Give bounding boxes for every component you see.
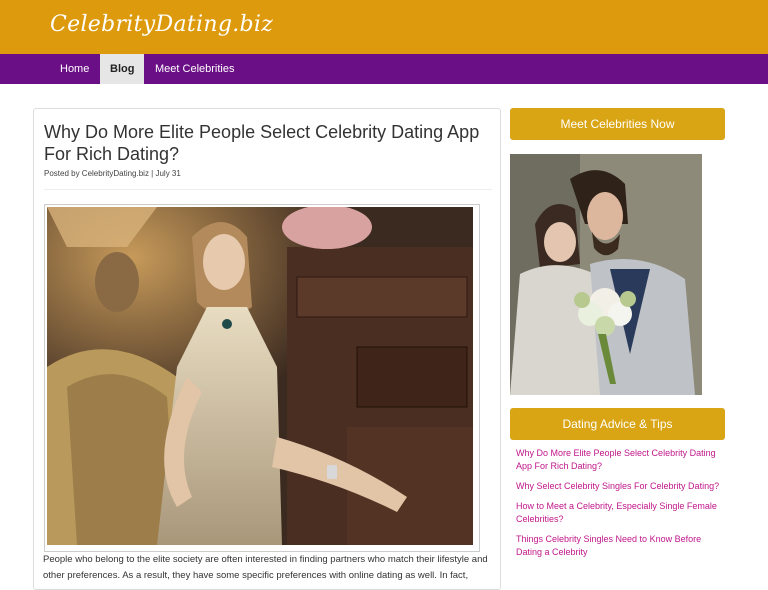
dating-advice-heading: Dating Advice & Tips: [510, 408, 725, 440]
nav-meet-celebrities[interactable]: Meet Celebrities: [145, 54, 244, 84]
site-header: CelebrityDating.biz: [0, 0, 768, 54]
meet-celebrities-now-button[interactable]: Meet Celebrities Now: [510, 108, 725, 140]
couple-image: [510, 154, 702, 395]
nav-blog[interactable]: Blog: [100, 54, 145, 84]
nav-home[interactable]: Home: [50, 54, 99, 84]
site-logo[interactable]: CelebrityDating.biz: [50, 12, 273, 37]
post-title: Why Do More Elite People Select Celebrit…: [44, 122, 480, 164]
advice-link[interactable]: Why Select Celebrity Singles For Celebri…: [516, 480, 721, 493]
woman-portrait-photo: [47, 207, 473, 545]
advice-link[interactable]: How to Meet a Celebrity, Especially Sing…: [516, 500, 721, 526]
post-image: [44, 204, 480, 552]
advice-link-list: Why Do More Elite People Select Celebrit…: [516, 447, 721, 566]
post-body: People who belong to the elite society a…: [43, 554, 488, 581]
advice-link[interactable]: Things Celebrity Singles Need to Know Be…: [516, 533, 721, 559]
main-nav: Home Blog Meet Celebrities: [0, 54, 768, 84]
blog-post: Why Do More Elite People Select Celebrit…: [33, 108, 501, 590]
advice-link[interactable]: Why Do More Elite People Select Celebrit…: [516, 447, 721, 473]
couple-photo: [510, 154, 702, 395]
post-meta: Posted by CelebrityDating.biz | July 31: [44, 169, 181, 178]
post-divider: [44, 189, 492, 190]
